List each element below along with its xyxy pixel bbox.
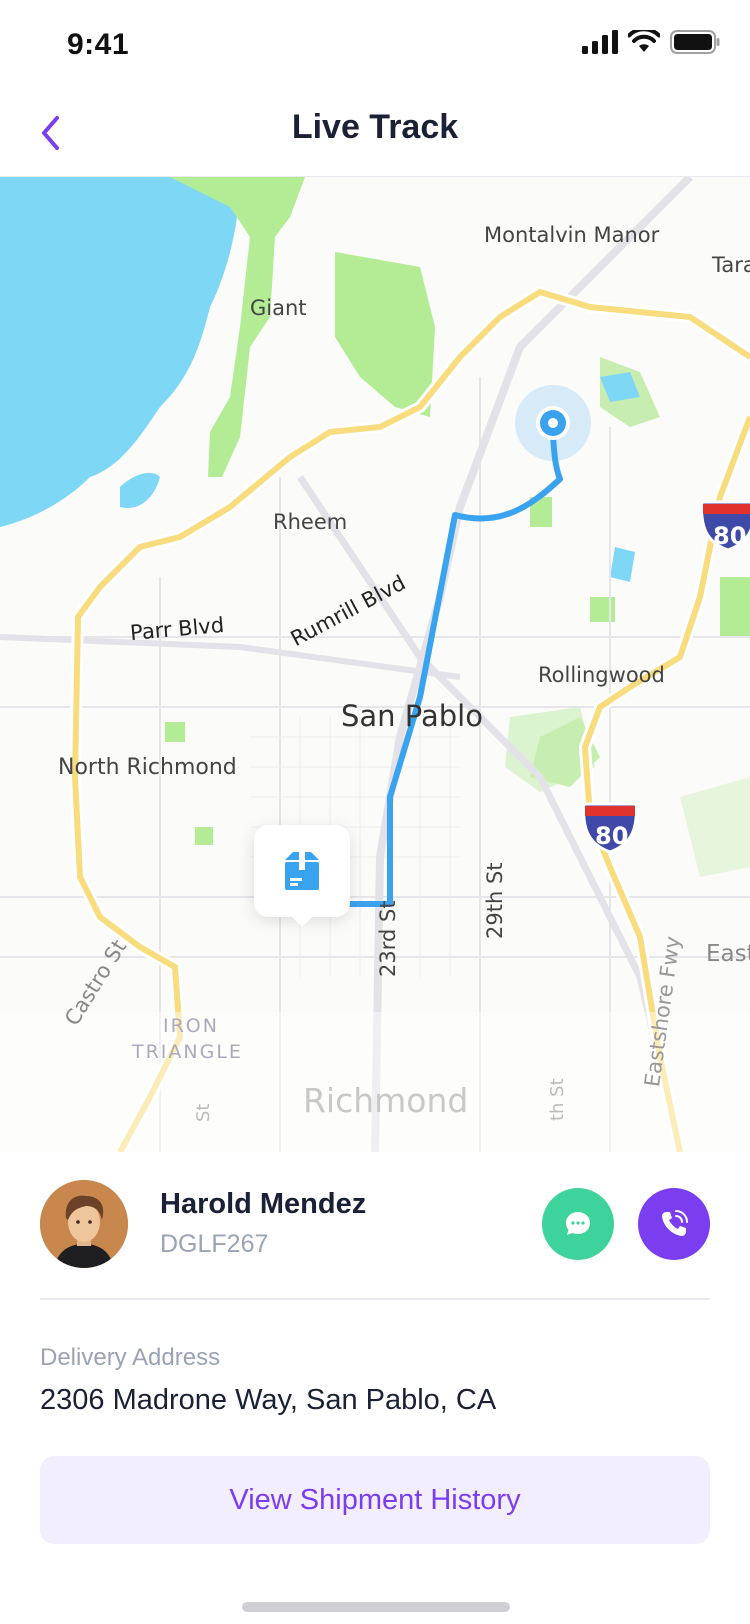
map-label-triangle: TRIANGLE: [132, 1041, 243, 1063]
map-label-richmond: Richmond: [303, 1081, 469, 1120]
map-label-th-st-right: th St: [547, 1078, 568, 1121]
map-label-rheem: Rheem: [273, 510, 348, 534]
avatar: [40, 1180, 128, 1268]
page-title: Live Track: [291, 108, 459, 146]
wifi-icon: [628, 30, 660, 52]
map-label-23rd-st: 23rd St: [376, 900, 400, 977]
cellular-signal-icon: [582, 30, 618, 54]
map-label-san-pablo: San Pablo: [341, 699, 483, 733]
phone-call-icon: [662, 1210, 688, 1236]
status-bar: 9:41: [0, 0, 750, 90]
status-time: 9:41: [67, 28, 130, 61]
package-marker[interactable]: [254, 825, 350, 927]
driver-id: DGLF267: [160, 1230, 269, 1258]
map-label-rollingwood: Rollingwood: [538, 663, 665, 687]
battery-icon: [670, 30, 720, 54]
nav-header: Live Track: [0, 90, 750, 177]
driver-photo: [40, 1180, 128, 1268]
map-label-st-left: St: [193, 1103, 214, 1122]
chat-button[interactable]: [542, 1188, 614, 1260]
delivery-address-label: Delivery Address: [40, 1344, 221, 1371]
home-indicator: [242, 1602, 510, 1612]
map-label-giant: Giant: [250, 296, 307, 320]
divider: [40, 1298, 710, 1300]
map-label-north-richmond: North Richmond: [58, 755, 237, 780]
map-label-tara: Tara: [712, 253, 750, 277]
package-icon: [285, 852, 319, 890]
map-label-iron: IRON: [163, 1015, 219, 1037]
map-label-montalvin-manor: Montalvin Manor: [484, 223, 660, 247]
tracking-panel: Harold Mendez DGLF267 Delivery Address 2…: [0, 1152, 750, 1624]
delivery-address-value: 2306 Madrone Way, San Pablo, CA: [40, 1384, 497, 1416]
view-shipment-history-button[interactable]: View Shipment History: [40, 1456, 710, 1544]
interstate-80-bottom: 80: [595, 822, 629, 850]
call-button[interactable]: [638, 1188, 710, 1260]
map-label-29th-st: 29th St: [483, 862, 507, 939]
driver-name: Harold Mendez: [160, 1188, 367, 1220]
interstate-80-top: 80: [713, 522, 747, 550]
chat-bubble-icon: [566, 1212, 590, 1235]
map-view[interactable]: 80 80 Montalvin Manor Tara Giant Rheem P…: [0, 177, 750, 1152]
map-label-east: East: [706, 941, 750, 967]
